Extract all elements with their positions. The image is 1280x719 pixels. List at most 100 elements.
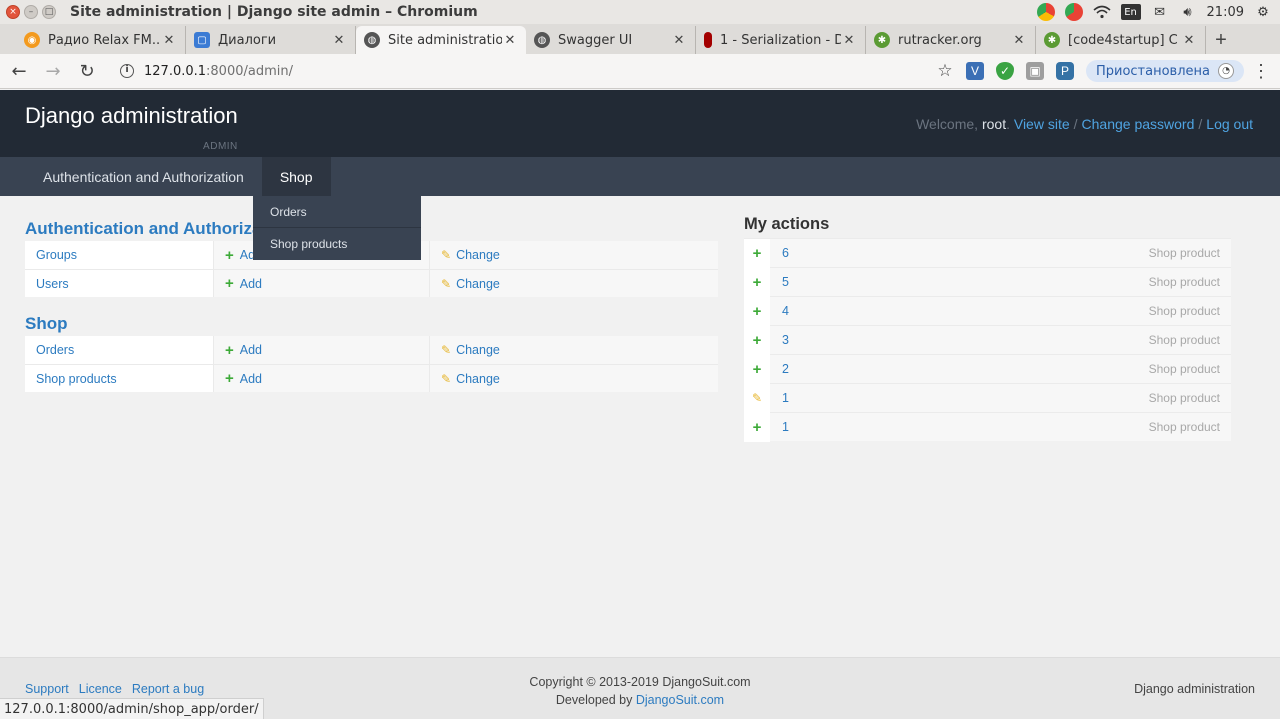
browser-tab[interactable]: ▢ Диалоги ✕ bbox=[186, 26, 356, 54]
model-link-users[interactable]: Users bbox=[36, 277, 69, 291]
list-item: + 4 Shop product bbox=[744, 296, 1231, 326]
change-password-link[interactable]: Change password bbox=[1082, 116, 1195, 132]
footer-brand: Django administration bbox=[1134, 682, 1255, 696]
python-icon[interactable]: P bbox=[1055, 62, 1074, 80]
add-icon: + bbox=[752, 331, 762, 349]
pencil-icon: ✎ bbox=[751, 391, 763, 405]
log-out-link[interactable]: Log out bbox=[1206, 116, 1253, 132]
dropdown-item-shop-products[interactable]: Shop products bbox=[253, 228, 421, 260]
branding[interactable]: Django administration ADMIN bbox=[25, 103, 238, 152]
nav-item-shop[interactable]: Shop bbox=[261, 157, 331, 196]
browser-tab[interactable]: ✱ rutracker.org ✕ bbox=[866, 26, 1036, 54]
shield-icon[interactable]: ✓ bbox=[995, 62, 1014, 80]
chrome-tray-icon[interactable] bbox=[1036, 3, 1055, 21]
app-nav: Authentication and Authorization Shop bbox=[0, 157, 1280, 196]
url-field[interactable]: i 127.0.0.1:8000/admin/ bbox=[120, 64, 936, 79]
browser-tab[interactable]: ◉ Радио Relax FM... ✕ bbox=[16, 26, 186, 54]
browser-tab[interactable]: 1 - Serialization - D ✕ bbox=[696, 26, 866, 54]
change-link[interactable]: Change bbox=[456, 343, 500, 357]
action-object-link[interactable]: 1 bbox=[782, 391, 789, 405]
table-row: Orders + Add ✎ Change bbox=[25, 336, 718, 364]
sync-paused-button[interactable]: Приостановлена ◔ bbox=[1085, 60, 1244, 82]
add-icon: + bbox=[752, 273, 762, 291]
site-title[interactable]: Django administration bbox=[25, 103, 238, 129]
list-item: ✎ 1 Shop product bbox=[744, 383, 1231, 413]
new-tab-button[interactable]: + bbox=[1206, 26, 1236, 54]
model-link-groups[interactable]: Groups bbox=[36, 248, 77, 262]
bookmark-star-icon[interactable]: ☆ bbox=[936, 61, 954, 80]
volume-icon[interactable]: 🔊︎ bbox=[1179, 3, 1197, 21]
model-link-shop-products[interactable]: Shop products bbox=[36, 372, 117, 386]
username: root bbox=[981, 116, 1007, 132]
add-icon: + bbox=[752, 418, 762, 436]
list-item: + 1 Shop product bbox=[744, 412, 1231, 442]
list-item: + 6 Shop product bbox=[744, 238, 1231, 268]
minimize-window-button[interactable]: – bbox=[24, 5, 38, 19]
tab-close-icon[interactable]: ✕ bbox=[671, 33, 687, 48]
add-link[interactable]: Add bbox=[240, 372, 262, 386]
tab-close-icon[interactable]: ✕ bbox=[1011, 33, 1027, 48]
maximize-window-button[interactable]: □ bbox=[42, 5, 56, 19]
my-actions-title: My actions bbox=[744, 215, 830, 233]
action-object-link[interactable]: 2 bbox=[782, 362, 789, 376]
notifications-tray-icon[interactable] bbox=[1064, 3, 1083, 21]
pencil-icon: ✎ bbox=[441, 371, 452, 386]
action-object-link[interactable]: 5 bbox=[782, 275, 789, 289]
site-subtitle: ADMIN bbox=[203, 141, 238, 152]
action-object-link[interactable]: 4 bbox=[782, 304, 789, 318]
clock[interactable]: 21:09 bbox=[1207, 5, 1244, 20]
change-link[interactable]: Change bbox=[456, 372, 500, 386]
add-link[interactable]: Add bbox=[240, 277, 262, 291]
action-content-type: Shop product bbox=[1148, 391, 1220, 405]
separator: / bbox=[1198, 116, 1203, 132]
action-content-type: Shop product bbox=[1148, 333, 1220, 347]
tab-close-icon[interactable]: ✕ bbox=[161, 33, 177, 48]
change-link[interactable]: Change bbox=[456, 277, 500, 291]
wifi-icon[interactable] bbox=[1093, 3, 1111, 21]
keyboard-layout-indicator[interactable]: En bbox=[1120, 4, 1141, 20]
drf-icon bbox=[704, 32, 712, 48]
url-host: 127.0.0.1 bbox=[144, 63, 207, 79]
module-title-shop[interactable]: Shop bbox=[25, 314, 68, 334]
tab-label: 1 - Serialization - D bbox=[720, 32, 841, 48]
browser-tab[interactable]: ✱ [code4startup] C ✕ bbox=[1036, 26, 1206, 54]
extension-icon[interactable]: ▣ bbox=[1025, 62, 1044, 80]
site-info-icon[interactable]: i bbox=[120, 64, 134, 78]
tab-close-icon[interactable]: ✕ bbox=[1181, 33, 1197, 48]
pencil-icon: ✎ bbox=[441, 343, 452, 357]
add-icon: + bbox=[752, 360, 762, 378]
globe-icon: ◍ bbox=[534, 32, 550, 48]
extension-icons: ☆ V ✓ ▣ P Приостановлена ◔ bbox=[936, 60, 1244, 82]
djangosuit-link[interactable]: DjangoSuit.com bbox=[636, 693, 724, 707]
back-button[interactable]: ← bbox=[4, 56, 34, 86]
profile-avatar-icon: ◔ bbox=[1218, 63, 1234, 79]
browser-menu-icon[interactable]: ⋮ bbox=[1252, 61, 1270, 82]
tab-close-icon[interactable]: ✕ bbox=[331, 33, 347, 48]
reload-button[interactable]: ↻ bbox=[72, 56, 102, 86]
close-window-button[interactable]: × bbox=[6, 5, 20, 19]
dropdown-item-orders[interactable]: Orders bbox=[253, 196, 421, 228]
table-row: Users + Add ✎ Change bbox=[25, 269, 718, 297]
add-link[interactable]: Add bbox=[240, 343, 262, 357]
action-object-link[interactable]: 3 bbox=[782, 333, 789, 347]
forward-button[interactable]: → bbox=[38, 56, 68, 86]
address-bar: ← → ↻ i 127.0.0.1:8000/admin/ ☆ V ✓ ▣ P … bbox=[0, 54, 1280, 89]
add-icon: + bbox=[225, 370, 234, 387]
tab-close-icon[interactable]: ✕ bbox=[502, 33, 518, 48]
period: . bbox=[1006, 116, 1010, 132]
add-icon: + bbox=[752, 244, 762, 262]
browser-tab[interactable]: ◍ Swagger UI ✕ bbox=[526, 26, 696, 54]
nav-item-auth[interactable]: Authentication and Authorization bbox=[25, 157, 262, 196]
add-icon: + bbox=[225, 275, 234, 292]
action-object-link[interactable]: 6 bbox=[782, 246, 789, 260]
view-site-link[interactable]: View site bbox=[1014, 116, 1070, 132]
browser-tab-active[interactable]: ◍ Site administratio ✕ bbox=[356, 26, 526, 54]
mail-icon[interactable]: ✉ bbox=[1151, 3, 1169, 21]
welcome-text: Welcome, bbox=[916, 116, 979, 132]
tab-close-icon[interactable]: ✕ bbox=[841, 33, 857, 48]
model-link-orders[interactable]: Orders bbox=[36, 343, 74, 357]
action-object-link[interactable]: 1 bbox=[782, 420, 789, 434]
settings-gear-icon[interactable]: ⚙ bbox=[1254, 3, 1272, 21]
vue-devtools-icon[interactable]: V bbox=[965, 62, 984, 80]
change-link[interactable]: Change bbox=[456, 248, 500, 262]
